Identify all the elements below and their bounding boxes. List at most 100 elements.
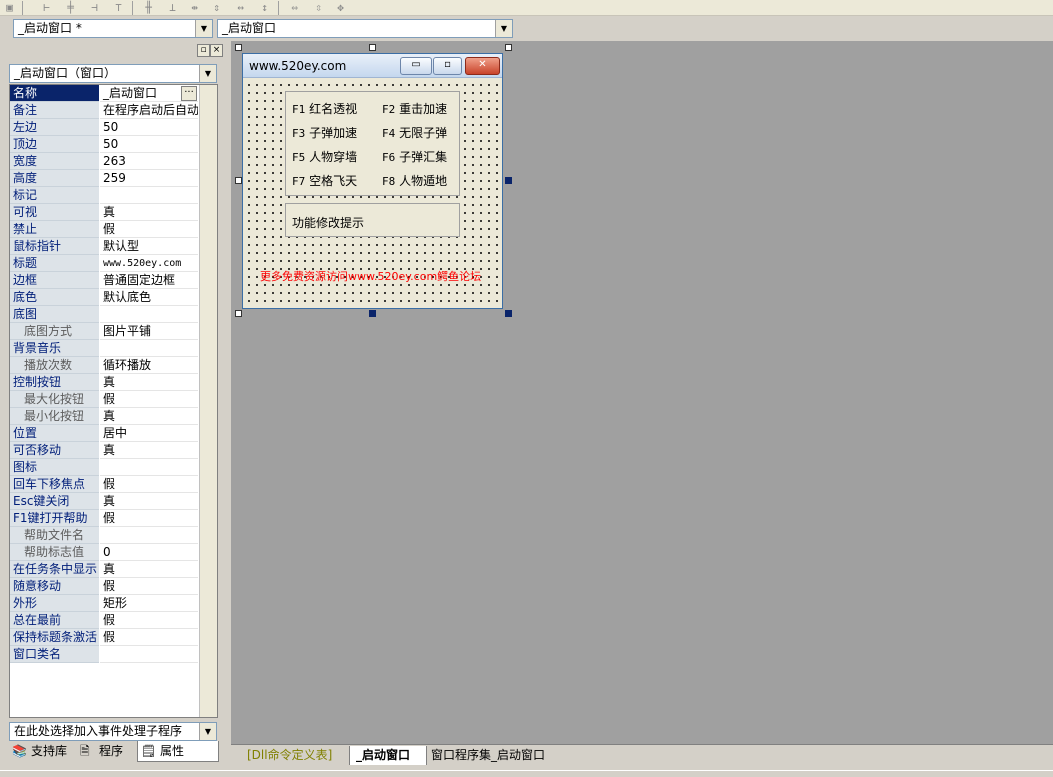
property-value[interactable]: 50 xyxy=(100,119,198,136)
property-row[interactable]: F1键打开帮助假 xyxy=(10,510,217,527)
property-row[interactable]: 图标 xyxy=(10,459,217,476)
event-select[interactable]: _启动窗口 ▼ xyxy=(217,19,513,38)
property-row[interactable]: 禁止假 xyxy=(10,221,217,238)
tab-properties[interactable]: 🗒 属性 xyxy=(137,741,219,762)
property-value[interactable]: 默认型 xyxy=(100,238,198,255)
property-row[interactable]: 在任务条中显示真 xyxy=(10,561,217,578)
property-value[interactable]: www.520ey.com xyxy=(100,255,198,272)
property-row[interactable]: 随意移动假 xyxy=(10,578,217,595)
property-value[interactable] xyxy=(100,306,198,323)
property-row[interactable]: 标题 www.520ey.com xyxy=(10,255,217,272)
property-row[interactable]: 总在最前假 xyxy=(10,612,217,629)
property-row[interactable]: 鼠标指针 默认型 xyxy=(10,238,217,255)
property-value[interactable]: 假 xyxy=(100,629,198,646)
restore-icon[interactable]: ▫ xyxy=(197,44,210,57)
property-row[interactable]: 最大化按钮假 xyxy=(10,391,217,408)
size-height-icon[interactable]: ↕ xyxy=(258,1,271,14)
property-value[interactable] xyxy=(100,459,198,476)
size-width-icon[interactable]: ↔ xyxy=(234,1,247,14)
property-row[interactable]: 保持标题条激活假 xyxy=(10,629,217,646)
property-value[interactable]: 矩形 xyxy=(100,595,198,612)
property-value[interactable]: 真 xyxy=(100,493,198,510)
property-value[interactable]: 假 xyxy=(100,612,198,629)
property-value[interactable]: 图片平铺 xyxy=(100,323,198,340)
chevron-down-icon[interactable]: ▼ xyxy=(199,65,216,82)
form-window[interactable]: www.520ey.com ▭ ▫ ✕ F1 红名透视 F2 重击加速 F3 子弹加… xyxy=(242,53,503,309)
property-value[interactable]: 真 xyxy=(100,561,198,578)
align-top-icon[interactable]: ⊤ xyxy=(112,1,125,14)
property-value[interactable]: 259 xyxy=(100,170,198,187)
property-row[interactable]: 帮助文件名 xyxy=(10,527,217,544)
property-value[interactable]: 真 xyxy=(100,442,198,459)
property-row[interactable]: 外形 矩形 xyxy=(10,595,217,612)
property-scrollbar[interactable] xyxy=(199,85,217,717)
property-value[interactable] xyxy=(100,340,198,357)
center-v-icon[interactable]: ⇳ xyxy=(312,1,325,14)
resize-handle[interactable] xyxy=(235,44,242,51)
footer-link[interactable]: 更多免费资源访问www.520ey.com鳄鱼论坛 xyxy=(260,268,481,284)
property-row[interactable]: 最小化按钮真 xyxy=(10,408,217,425)
property-row[interactable]: 边框 普通固定边框 xyxy=(10,272,217,289)
property-row[interactable]: 回车下移焦点假 xyxy=(10,476,217,493)
property-row[interactable]: 底图方式 图片平铺 xyxy=(10,323,217,340)
property-row[interactable]: 背景音乐 xyxy=(10,340,217,357)
property-value[interactable]: 普通固定边框 xyxy=(100,272,198,289)
property-row[interactable]: 备注 在程序启动后自动 xyxy=(10,102,217,119)
align-center-icon[interactable]: ╪ xyxy=(64,1,77,14)
center-both-icon[interactable]: ✥ xyxy=(334,1,347,14)
maximize-icon[interactable]: ▫ xyxy=(433,57,462,75)
property-value[interactable] xyxy=(100,527,198,544)
property-object-select[interactable]: _启动窗口（窗口） ▼ xyxy=(9,64,217,83)
property-value[interactable]: 假 xyxy=(100,578,198,595)
align-middle-icon[interactable]: ╫ xyxy=(142,1,155,14)
window-icon[interactable]: ▣ xyxy=(3,1,16,14)
property-row[interactable]: 标记 xyxy=(10,187,217,204)
resize-handle[interactable] xyxy=(505,44,512,51)
tab-window-assembly[interactable]: 窗口程序集_启动窗口 xyxy=(429,746,559,765)
minimize-icon[interactable]: ▭ xyxy=(400,57,432,75)
close-icon[interactable]: ✕ xyxy=(465,57,500,75)
resize-handle[interactable] xyxy=(235,310,242,317)
property-row[interactable]: 位置 居中 xyxy=(10,425,217,442)
tab-dll-commands[interactable]: [Dll命令定义表] xyxy=(237,746,345,765)
chevron-down-icon[interactable]: ▼ xyxy=(195,20,212,37)
property-value[interactable]: 50 xyxy=(100,136,198,153)
property-row[interactable]: 播放次数 循环播放 xyxy=(10,357,217,374)
property-value[interactable]: 假 xyxy=(100,476,198,493)
property-value[interactable]: 真 xyxy=(100,408,198,425)
property-row[interactable]: 宽度 263 xyxy=(10,153,217,170)
property-row[interactable]: 可视真 xyxy=(10,204,217,221)
event-handler-select[interactable]: 在此处选择加入事件处理子程序 ▼ xyxy=(9,722,217,741)
property-value[interactable]: 假 xyxy=(100,391,198,408)
form-titlebar[interactable]: www.520ey.com ▭ ▫ ✕ xyxy=(243,54,502,78)
property-value[interactable]: 居中 xyxy=(100,425,198,442)
property-row[interactable]: 顶边 50 xyxy=(10,136,217,153)
center-h-icon[interactable]: ⇔ xyxy=(288,1,301,14)
property-value[interactable]: 0 xyxy=(100,544,198,561)
property-value[interactable]: 假 xyxy=(100,510,198,527)
property-row[interactable]: 控制按钮真 xyxy=(10,374,217,391)
property-row[interactable]: 底色 默认底色 xyxy=(10,289,217,306)
property-value[interactable]: 263 xyxy=(100,153,198,170)
property-row[interactable]: 帮助标志值 0 xyxy=(10,544,217,561)
resize-handle[interactable] xyxy=(235,177,242,184)
property-value[interactable]: 真 xyxy=(100,374,198,391)
property-row[interactable]: Esc键关闭真 xyxy=(10,493,217,510)
ellipsis-button[interactable]: ··· xyxy=(181,86,197,101)
property-value[interactable]: 假 xyxy=(100,221,198,238)
resize-handle[interactable] xyxy=(505,310,512,317)
close-icon[interactable]: × xyxy=(210,44,223,57)
property-row[interactable]: 左边 50 xyxy=(10,119,217,136)
align-bottom-icon[interactable]: ⊥ xyxy=(166,1,179,14)
property-row[interactable]: 可否移动真 xyxy=(10,442,217,459)
resize-handle[interactable] xyxy=(369,44,376,51)
property-value[interactable] xyxy=(100,646,198,663)
chevron-down-icon[interactable]: ▼ xyxy=(199,723,216,740)
align-right-icon[interactable]: ⊣ xyxy=(88,1,101,14)
tab-start-window[interactable]: _启动窗口 xyxy=(349,746,427,765)
property-value[interactable]: 在程序启动后自动 xyxy=(100,102,198,119)
resize-handle[interactable] xyxy=(369,310,376,317)
property-value[interactable] xyxy=(100,187,198,204)
resize-handle[interactable] xyxy=(505,177,512,184)
property-value[interactable]: 循环播放 xyxy=(100,357,198,374)
